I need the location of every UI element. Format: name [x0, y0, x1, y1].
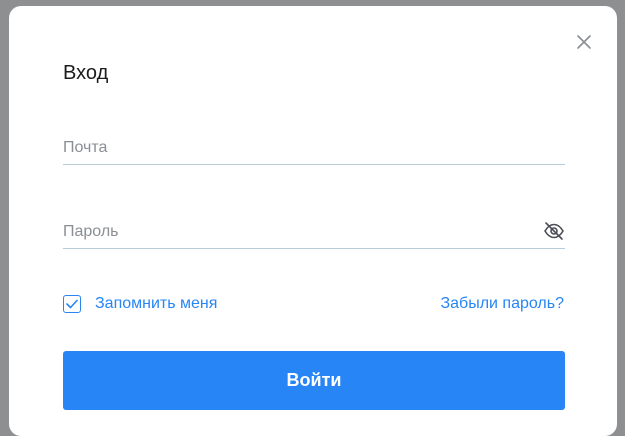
password-input[interactable] — [63, 218, 533, 246]
remember-me-label[interactable]: Запомнить меня — [95, 295, 217, 313]
forgot-password-link[interactable]: Забыли пароль? — [440, 295, 564, 313]
login-button[interactable]: Войти — [63, 351, 565, 410]
toggle-password-visibility-button[interactable] — [543, 221, 565, 241]
checkbox-box[interactable] — [63, 295, 81, 313]
close-icon — [577, 35, 591, 49]
remember-me-checkbox[interactable]: Запомнить меня — [63, 293, 217, 315]
password-field-wrapper — [63, 218, 565, 249]
close-button[interactable] — [575, 33, 593, 51]
email-field-wrapper — [63, 134, 565, 165]
login-modal: Вход Запомнить меня Забыли пароль? Войти — [9, 6, 617, 436]
modal-title: Вход — [63, 62, 109, 84]
eye-off-icon — [544, 222, 564, 240]
checkmark-icon — [66, 299, 78, 309]
email-input[interactable] — [63, 134, 533, 162]
